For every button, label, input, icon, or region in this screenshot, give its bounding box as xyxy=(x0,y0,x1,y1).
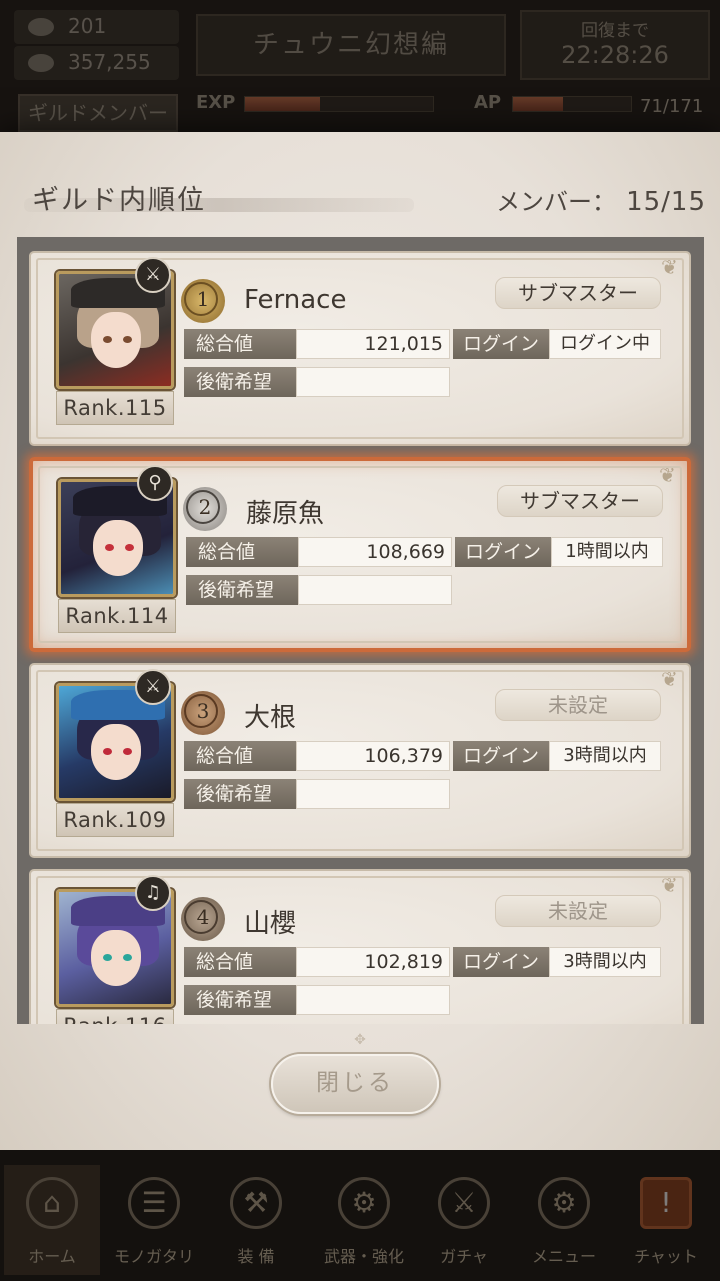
rank-medal: 4 xyxy=(181,897,225,941)
login-label: ログイン xyxy=(455,537,551,567)
recovery-timer: 回復まで 22:28:26 xyxy=(520,10,710,80)
ap-value: 71/171 xyxy=(640,96,704,117)
corner-ornament-icon: ❦ xyxy=(661,667,678,691)
total-label: 総合値 xyxy=(186,537,298,567)
rear-value xyxy=(296,779,450,809)
member-count: メンバー： 15/15 xyxy=(496,187,706,217)
sword-icon: ⚔ xyxy=(135,257,171,293)
rear-value xyxy=(296,985,450,1015)
rear-label: 後衛希望 xyxy=(186,575,298,605)
player-rank: Rank.109 xyxy=(56,803,174,837)
book-icon: ☰ xyxy=(128,1177,180,1229)
member-name: 山櫻 xyxy=(244,909,297,939)
nav-equipment[interactable]: ⚒ 装 備 xyxy=(208,1165,304,1275)
coin-icon xyxy=(28,54,54,72)
ap-gauge xyxy=(512,96,632,112)
total-label: 総合値 xyxy=(184,741,296,771)
rear-label: 後衛希望 xyxy=(184,367,296,397)
bottom-nav: ⌂ ホーム ☰ モノガタリ ⚒ 装 備 ⚙ 武器・強化 ⚔ ガチャ ⚙ メニュー… xyxy=(0,1150,720,1281)
role-badge: サブマスター xyxy=(495,277,661,309)
member-list[interactable]: ❦ ⚔ Rank.115 1 Fernace サブマスター 総合値 121,01… xyxy=(17,237,704,1024)
total-value: 108,669 xyxy=(298,537,452,567)
member-name: Fernace xyxy=(244,285,347,315)
harp-icon: ♫ xyxy=(135,875,171,911)
dialog-title: ギルド内順位 xyxy=(32,185,206,216)
rear-value xyxy=(298,575,452,605)
home-icon: ⌂ xyxy=(26,1177,78,1229)
player-rank: Rank.115 xyxy=(56,391,174,425)
corner-ornament-icon: ❦ xyxy=(661,873,678,897)
divider-ornament: ✥ xyxy=(354,1032,366,1048)
equipment-icon: ⚒ xyxy=(230,1177,282,1229)
login-label: ログイン xyxy=(453,329,549,359)
gold-stat: 357,255 xyxy=(14,46,179,80)
status-bar: 201 357,255 チュウニ幻想編 回復まで 22:28:26 ギルドメンバ… xyxy=(0,0,720,140)
member-name: 大根 xyxy=(244,703,297,733)
member-card-selected[interactable]: ❦ ⚲ Rank.114 2 藤原魚 サブマスター 総合値 108,669 ログ… xyxy=(29,457,691,652)
login-label: ログイン xyxy=(453,741,549,771)
exp-label: EXP xyxy=(196,92,236,113)
total-value: 106,379 xyxy=(296,741,450,771)
ap-label: AP xyxy=(474,92,502,113)
login-value: ログイン中 xyxy=(549,329,661,359)
nav-weapon[interactable]: ⚙ 武器・強化 xyxy=(316,1165,412,1275)
nav-story[interactable]: ☰ モノガタリ xyxy=(106,1165,202,1275)
login-value: 3時間以内 xyxy=(549,741,661,771)
login-value: 3時間以内 xyxy=(549,947,661,977)
corner-ornament-icon: ❦ xyxy=(659,463,676,487)
player-rank: Rank.116 xyxy=(56,1009,174,1024)
exp-gauge xyxy=(244,96,434,112)
nav-home[interactable]: ⌂ ホーム xyxy=(4,1165,100,1275)
rear-value xyxy=(296,367,450,397)
total-value: 121,015 xyxy=(296,329,450,359)
total-value: 102,819 xyxy=(296,947,450,977)
total-label: 総合値 xyxy=(184,329,296,359)
member-card[interactable]: ❦ ⚔ Rank.115 1 Fernace サブマスター 総合値 121,01… xyxy=(29,251,691,446)
role-badge: 未設定 xyxy=(495,689,661,721)
rear-label: 後衛希望 xyxy=(184,779,296,809)
weapon-icon: ⚙ xyxy=(338,1177,390,1229)
corner-ornament-icon: ❦ xyxy=(661,255,678,279)
rank-medal: 1 xyxy=(181,279,225,323)
rear-label: 後衛希望 xyxy=(184,985,296,1015)
rank-medal: 2 xyxy=(183,487,227,531)
guild-tag: ギルドメンバー xyxy=(18,94,178,132)
role-badge: サブマスター xyxy=(497,485,663,517)
player-rank: Rank.114 xyxy=(58,599,176,633)
stamina-icon xyxy=(28,18,54,36)
stamina-stat: 201 xyxy=(14,10,179,44)
sword-icon: ⚔ xyxy=(135,669,171,705)
close-button[interactable]: 閉じる xyxy=(271,1054,439,1114)
total-label: 総合値 xyxy=(184,947,296,977)
staff-icon: ⚲ xyxy=(137,465,173,501)
login-value: 1時間以内 xyxy=(551,537,663,567)
login-label: ログイン xyxy=(453,947,549,977)
gacha-icon: ⚔ xyxy=(438,1177,490,1229)
member-card[interactable]: ❦ ⚔ Rank.109 3 大根 未設定 総合値 106,379 ログイン 3… xyxy=(29,663,691,858)
guild-ranking-dialog: ギルド内順位 メンバー： 15/15 ❦ ⚔ Rank.115 1 Fernace xyxy=(0,132,720,1150)
role-badge: 未設定 xyxy=(495,895,661,927)
nav-gacha[interactable]: ⚔ ガチャ xyxy=(416,1165,512,1275)
member-card[interactable]: ❦ ♫ Rank.116 4 山櫻 未設定 総合値 102,819 ログイン 3… xyxy=(29,869,691,1024)
story-title: チュウニ幻想編 xyxy=(196,14,506,76)
gear-icon: ⚙ xyxy=(538,1177,590,1229)
nav-chat[interactable]: ! チャット xyxy=(618,1165,714,1275)
nav-menu[interactable]: ⚙ メニュー xyxy=(516,1165,612,1275)
member-name: 藤原魚 xyxy=(246,499,325,529)
rank-medal: 3 xyxy=(181,691,225,735)
chat-icon: ! xyxy=(640,1177,692,1229)
